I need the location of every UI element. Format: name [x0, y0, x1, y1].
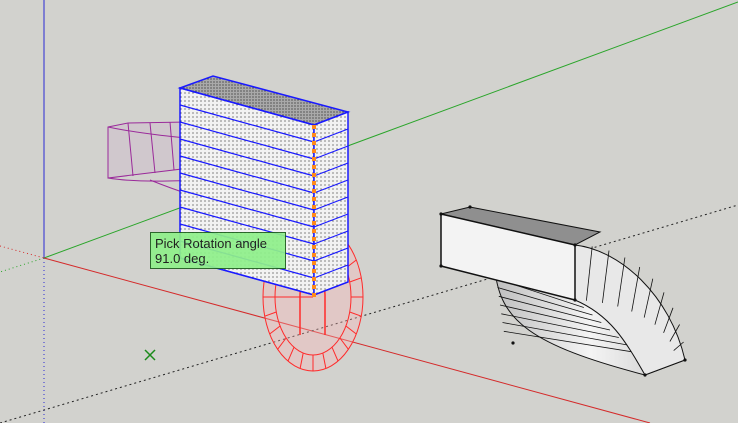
green-x-icon: [144, 349, 156, 361]
rotation-tooltip: Pick Rotation angle 91.0 deg.: [150, 232, 286, 269]
tooltip-line-2: 91.0 deg.: [155, 251, 210, 266]
modeling-viewport[interactable]: [0, 0, 738, 423]
green-axis-dotted: [0, 257, 45, 273]
duct-elbow-component[interactable]: [439, 205, 687, 377]
red-axis-dotted: [0, 245, 45, 259]
tooltip-line-1: Pick Rotation angle: [155, 236, 268, 251]
